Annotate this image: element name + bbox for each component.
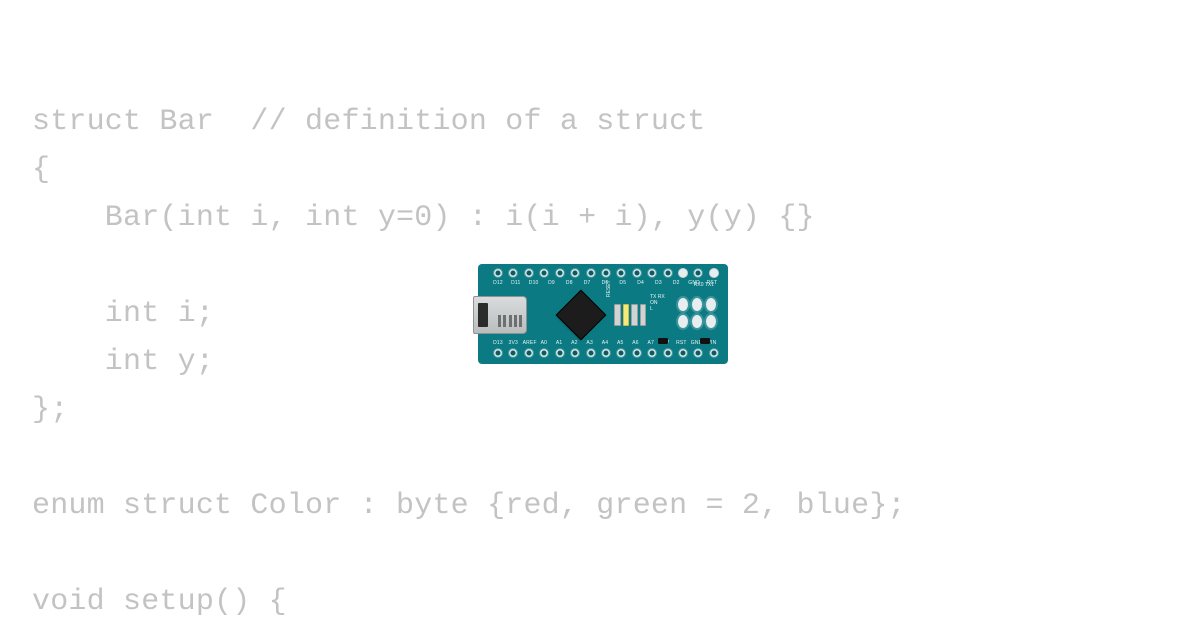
reset-silk-label: RESET (606, 280, 612, 297)
smd-component (658, 338, 668, 344)
code-snippet: struct Bar // definition of a struct { B… (32, 98, 906, 630)
pin-row-top (494, 269, 718, 279)
pin-labels-bottom: D133V3 AREFA0 A1A2 A3A4 A5A6 A75V RSTGND… (492, 340, 718, 348)
rxtx-silk-label: RX0 TX1 (694, 282, 714, 288)
arduino-nano-board[interactable]: D12D11 D10D9 D8D7 D6D5 D4D3 D2GND RST D1… (478, 264, 728, 364)
user-led (623, 304, 630, 326)
pin-labels-top: D12D11 D10D9 D8D7 D6D5 D4D3 D2GND RST (492, 280, 718, 288)
pin-row-bottom (494, 349, 718, 359)
smd-component (700, 338, 710, 344)
status-silk-labels: TX RX ON L (650, 294, 665, 312)
icsp-header (678, 298, 716, 328)
usb-mini-connector (473, 296, 527, 334)
led-button-block (614, 304, 646, 326)
